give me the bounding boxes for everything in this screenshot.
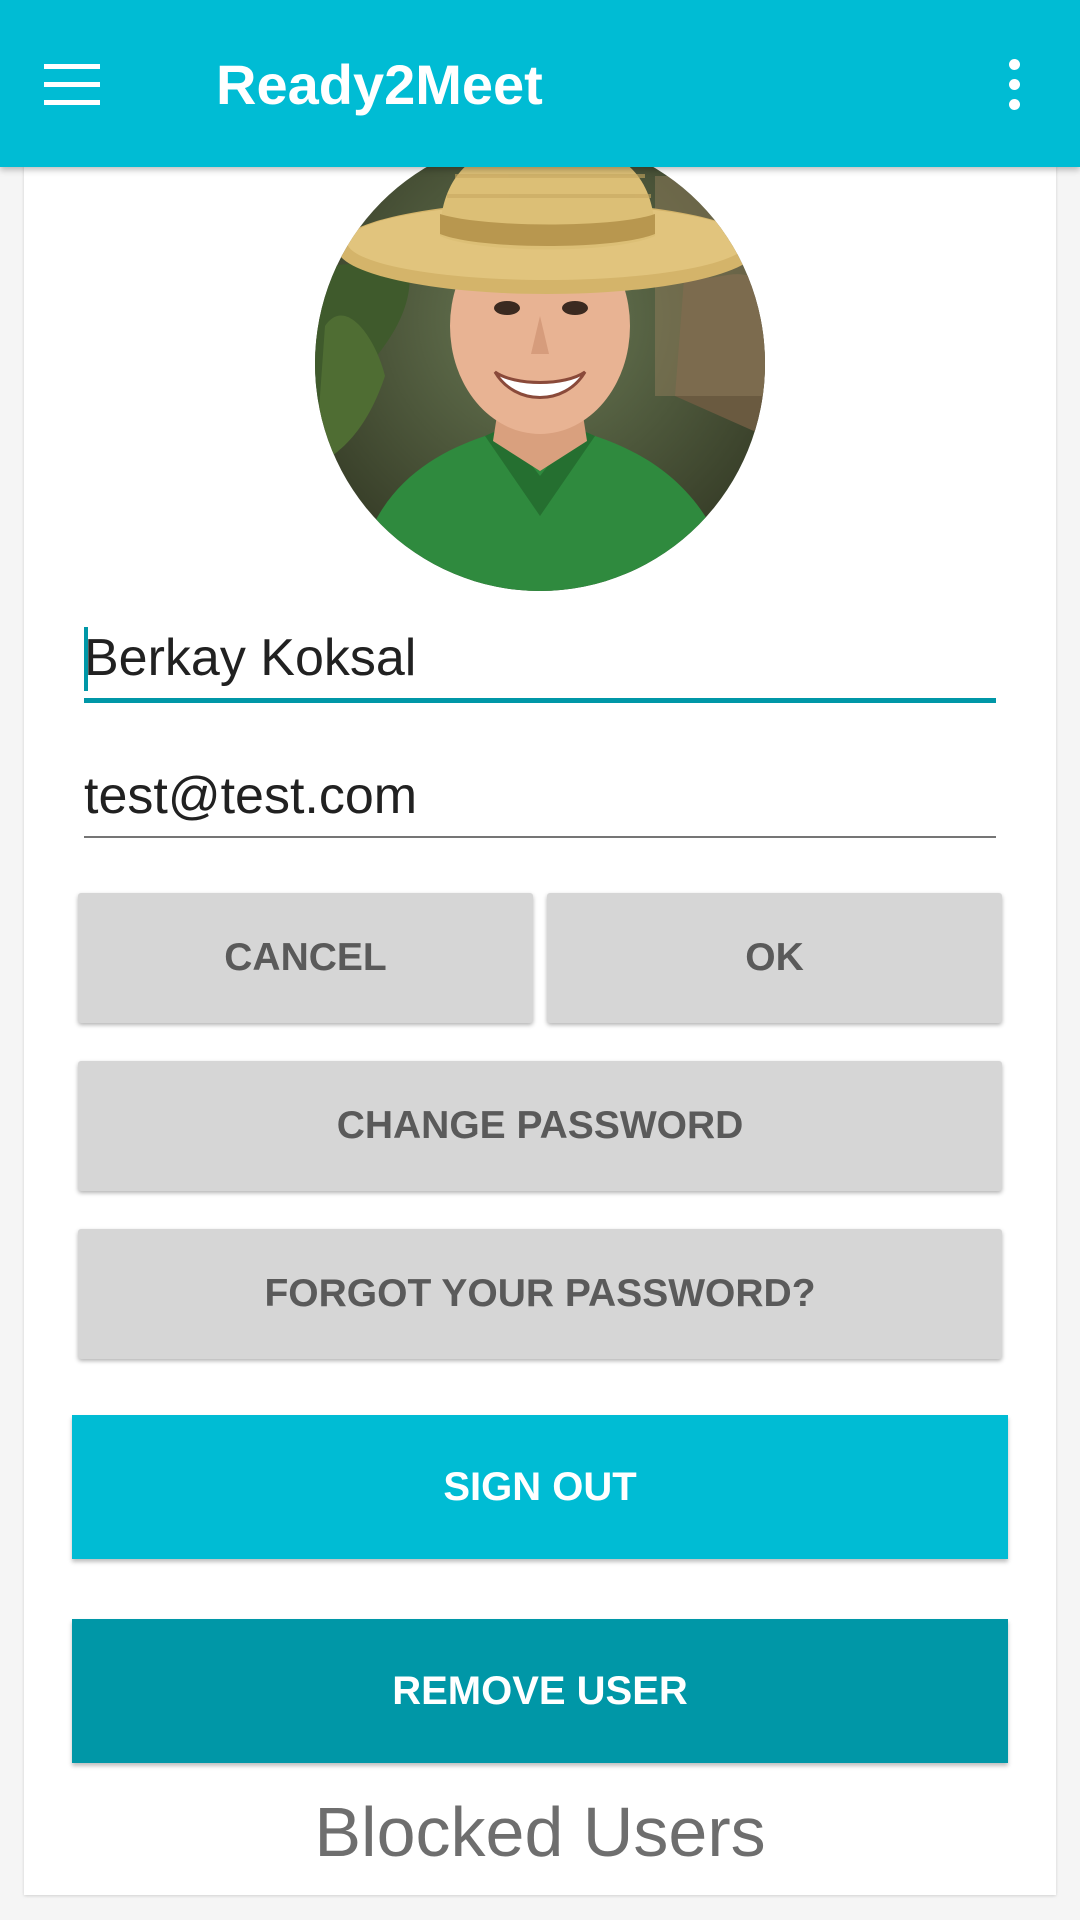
app-bar: Ready2Meet	[0, 0, 1080, 167]
cancel-button[interactable]: CANCEL	[78, 893, 533, 1023]
blocked-users-heading: Blocked Users	[314, 1793, 766, 1871]
name-field-underline	[84, 698, 996, 703]
change-password-button[interactable]: CHANGE PASSWORD	[78, 1061, 1002, 1191]
name-field[interactable]	[84, 618, 996, 703]
more-vert-icon[interactable]	[1004, 59, 1024, 111]
hamburger-menu-icon[interactable]	[44, 64, 100, 106]
app-title: Ready2Meet	[216, 53, 543, 116]
text-cursor	[84, 627, 88, 691]
email-field-underline	[84, 836, 996, 838]
ok-button[interactable]: OK	[547, 893, 1002, 1023]
email-field[interactable]	[84, 756, 996, 838]
sign-out-button[interactable]: SIGN OUT	[72, 1415, 1008, 1559]
profile-photo	[315, 136, 765, 591]
forgot-password-button[interactable]: FORGOT YOUR PASSWORD?	[78, 1229, 1002, 1359]
avatar[interactable]	[315, 136, 765, 591]
name-input[interactable]	[84, 618, 996, 698]
email-input[interactable]	[84, 756, 996, 836]
remove-user-button[interactable]: REMOVE USER	[72, 1619, 1008, 1763]
